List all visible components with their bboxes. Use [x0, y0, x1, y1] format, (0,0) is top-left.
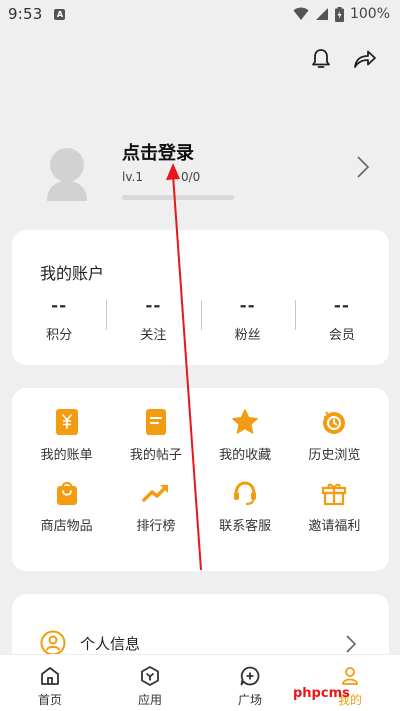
feature-my-bill[interactable]: 我的账单 — [22, 408, 111, 463]
nav-label: 广场 — [237, 693, 262, 707]
personal-info-label: 个人信息 — [80, 634, 141, 653]
apps-icon — [141, 666, 159, 686]
bell-icon[interactable] — [308, 46, 334, 72]
features-card: 我的账单 我的帖子 我的收藏 历史浏览 商店物品 排行榜 联系客服 邀请福利 — [12, 388, 389, 571]
star-icon — [231, 408, 259, 436]
bottom-nav: 首页 应用 广场 我的 — [0, 654, 400, 711]
feature-leaderboard[interactable]: 排行榜 — [111, 479, 200, 534]
top-actions — [308, 46, 378, 72]
gift-icon — [320, 479, 348, 507]
stat-label: 粉丝 — [234, 328, 261, 343]
feature-contact-support[interactable]: 联系客服 — [201, 479, 290, 534]
nav-mine[interactable]: 我的 — [300, 655, 400, 711]
feature-invite-rewards[interactable]: 邀请福利 — [290, 479, 379, 534]
battery-percent: 100% — [349, 6, 390, 22]
feature-history[interactable]: 历史浏览 — [290, 408, 379, 463]
stat-value: -- — [51, 296, 68, 316]
login-prompt[interactable]: 点击登录 — [122, 139, 194, 165]
feature-label: 历史浏览 — [308, 448, 361, 463]
stat-value: -- — [145, 296, 162, 316]
nav-apps[interactable]: 应用 — [100, 655, 200, 711]
status-time: 9:53 — [8, 5, 43, 23]
nav-label: 应用 — [137, 693, 162, 707]
profile-icon — [342, 667, 358, 685]
feature-label: 商店物品 — [40, 519, 93, 534]
trend-icon — [142, 479, 170, 507]
chevron-right-icon[interactable] — [345, 634, 357, 654]
history-icon — [320, 408, 348, 436]
share-icon[interactable] — [352, 46, 378, 72]
feature-label: 我的账单 — [40, 448, 93, 463]
feature-label: 排行榜 — [136, 519, 176, 534]
feature-label: 联系客服 — [219, 519, 272, 534]
notification-a-icon: A — [54, 8, 66, 20]
shop-bag-icon — [53, 479, 81, 507]
account-card: 我的账户 -- 积分 -- 关注 -- 粉丝 -- 会员 — [12, 230, 389, 365]
stat-value: -- — [239, 296, 256, 316]
post-icon — [142, 408, 170, 436]
feature-label: 邀请福利 — [308, 519, 361, 534]
level-progress-bar — [122, 195, 234, 200]
stat-value: -- — [333, 296, 350, 316]
features-grid: 我的账单 我的帖子 我的收藏 历史浏览 商店物品 排行榜 联系客服 邀请福利 — [22, 408, 379, 534]
feature-label: 我的帖子 — [129, 448, 182, 463]
plaza-icon — [240, 666, 260, 686]
feature-my-favorites[interactable]: 我的收藏 — [201, 408, 290, 463]
avatar[interactable] — [46, 147, 88, 201]
account-title: 我的账户 — [40, 264, 105, 283]
stat-points[interactable]: -- 积分 — [12, 296, 106, 343]
home-icon — [41, 667, 59, 685]
status-icons: 100% — [293, 6, 390, 22]
nav-home[interactable]: 首页 — [0, 655, 100, 711]
bill-icon — [53, 408, 81, 436]
exp-label: 0/0 — [180, 170, 201, 184]
nav-label: 首页 — [37, 693, 62, 707]
stat-label: 会员 — [328, 328, 355, 343]
profile-header: 点击登录 lv.1 0/0 — [0, 135, 400, 215]
level-label: lv.1 — [122, 170, 143, 184]
signal-icon — [315, 8, 328, 20]
status-bar: 9:53 A 100% — [0, 0, 400, 28]
stat-label: 关注 — [140, 328, 167, 343]
wifi-icon — [293, 7, 309, 20]
watermark: phpcms — [293, 686, 350, 701]
personal-info-row[interactable]: 个人信息 — [40, 630, 140, 656]
stat-member[interactable]: -- 会员 — [294, 296, 389, 343]
nav-plaza[interactable]: 广场 — [200, 655, 300, 711]
stat-label: 积分 — [46, 328, 73, 343]
feature-shop-items[interactable]: 商店物品 — [22, 479, 111, 534]
account-stats: -- 积分 -- 关注 -- 粉丝 -- 会员 — [12, 296, 389, 343]
stat-following[interactable]: -- 关注 — [106, 296, 200, 343]
battery-icon — [334, 6, 344, 22]
feature-label: 我的收藏 — [219, 448, 272, 463]
chevron-right-icon[interactable] — [356, 155, 370, 179]
user-circle-icon — [40, 630, 66, 656]
stat-fans[interactable]: -- 粉丝 — [200, 296, 295, 343]
level-info: lv.1 0/0 — [122, 170, 200, 184]
headset-icon — [231, 479, 259, 507]
feature-my-posts[interactable]: 我的帖子 — [111, 408, 200, 463]
